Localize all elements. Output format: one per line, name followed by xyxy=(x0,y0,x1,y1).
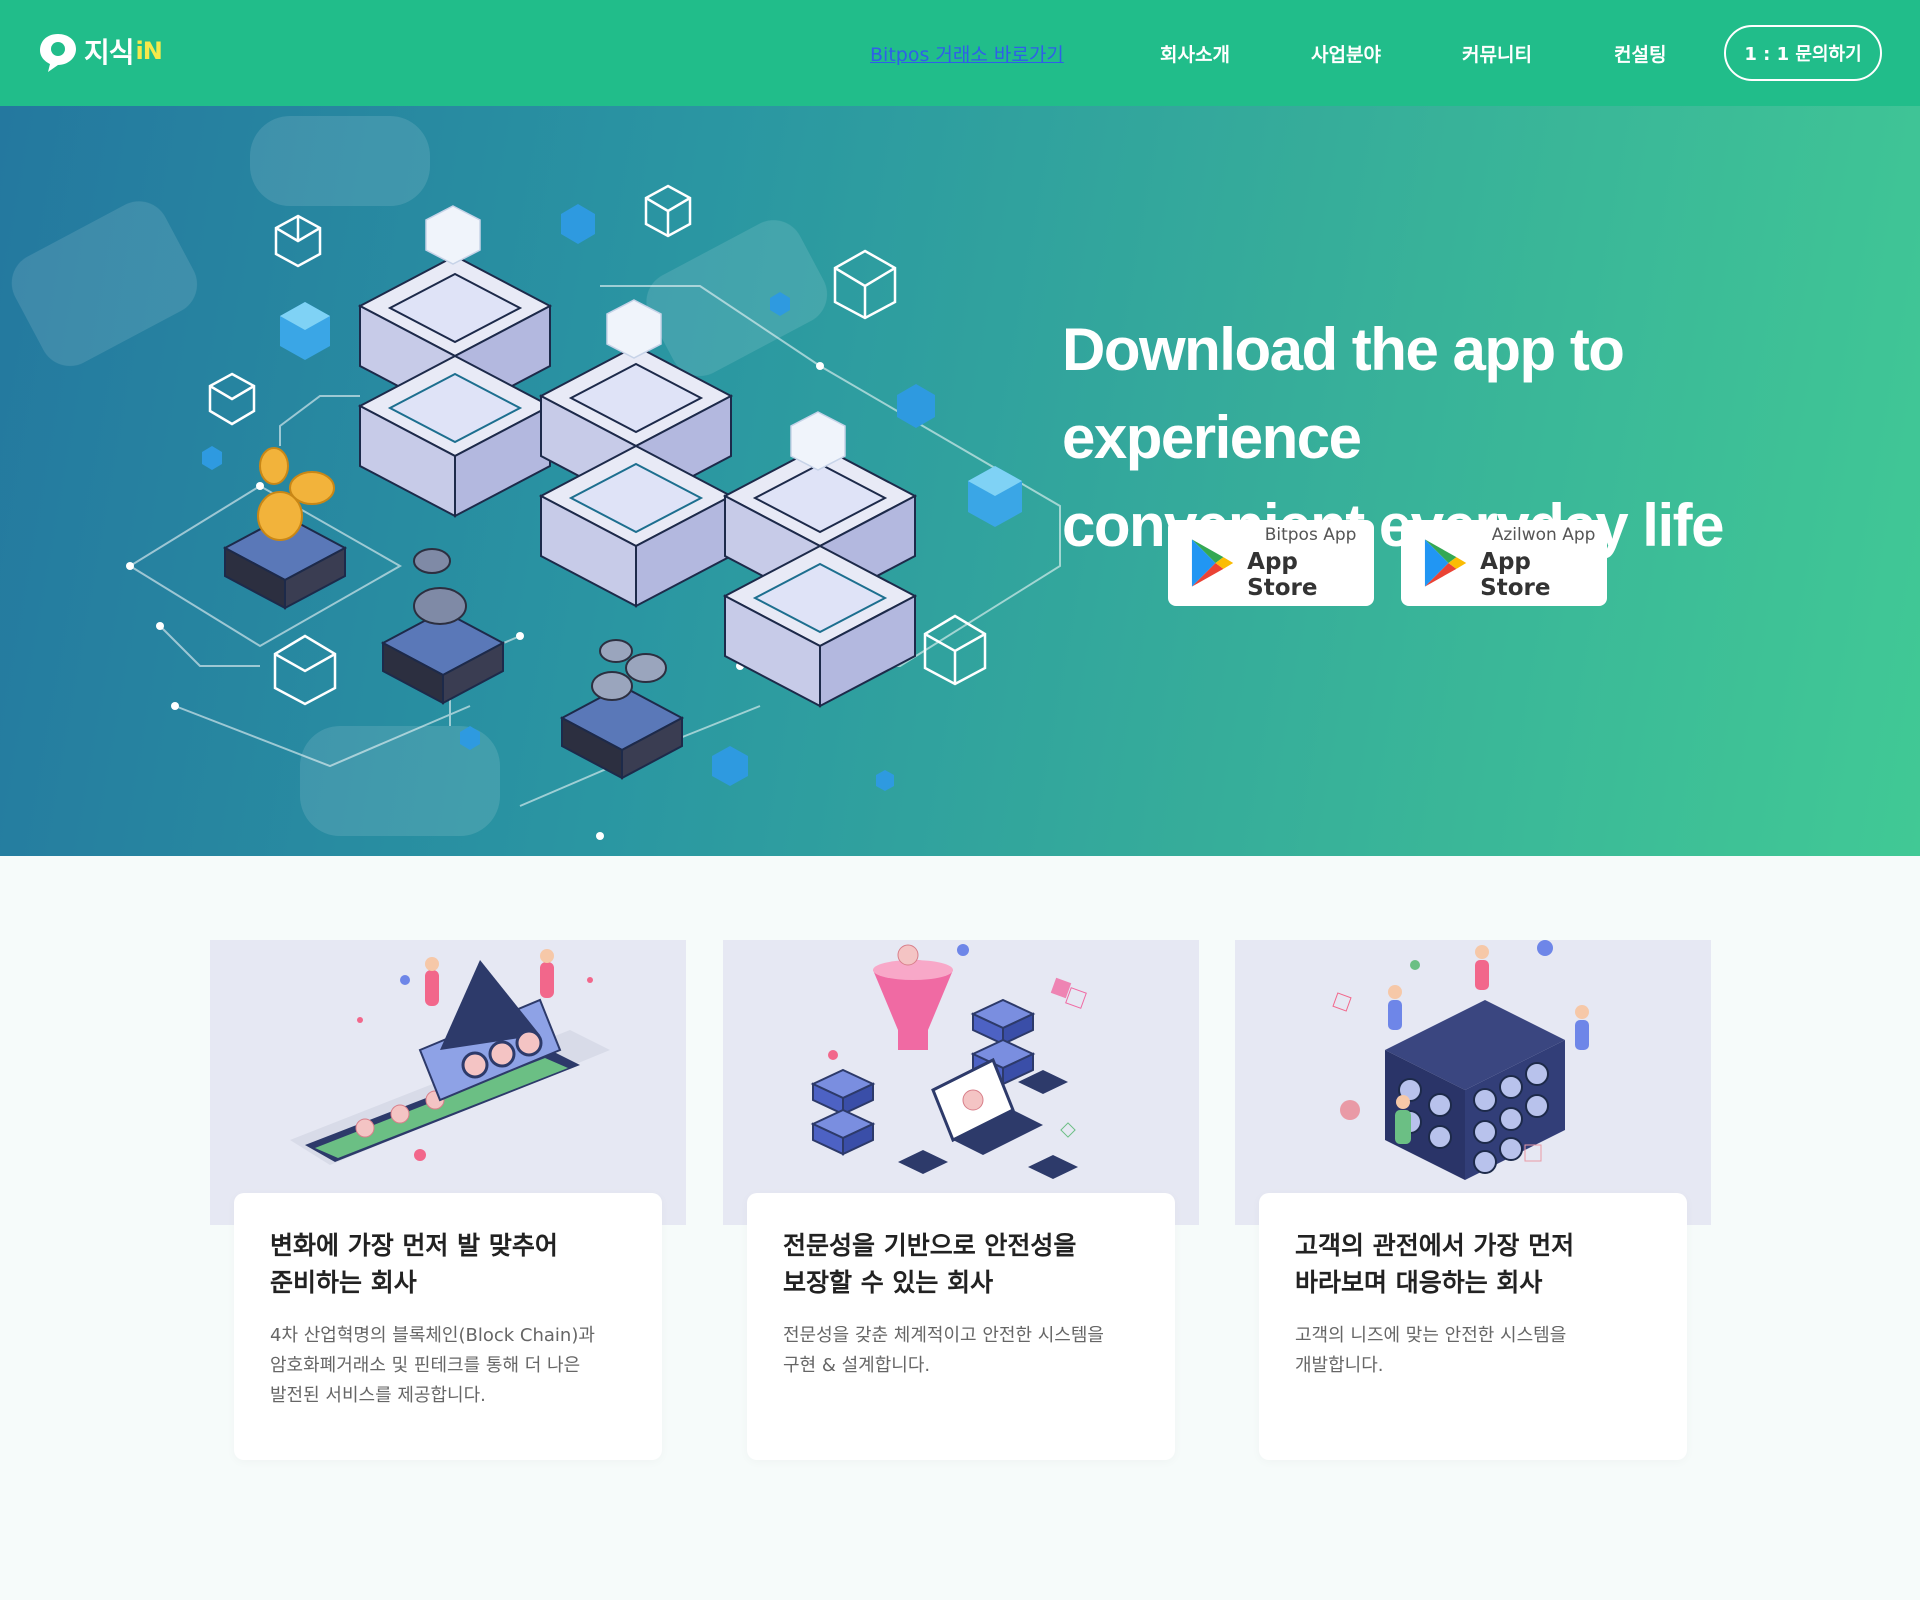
logo-text: 지식 xyxy=(84,36,135,69)
card-image-customer xyxy=(1235,940,1711,1225)
hero-banner: Download the app to experience convenien… xyxy=(0,106,1920,856)
hero-title-line1: Download the app to experience xyxy=(1062,316,1625,471)
card-title: 변화에 가장 먼저 발 맞추어 준비하는 회사 xyxy=(270,1231,558,1297)
azilwon-app-store-button[interactable]: Azilwon App App Store xyxy=(1401,520,1607,606)
nav-consulting[interactable]: 컨설팅 xyxy=(1614,40,1666,67)
inquiry-button[interactable]: 1 : 1 문의하기 xyxy=(1724,25,1882,81)
card-description: 전문성을 갖춘 체계적이고 안전한 시스템을 구현 & 설계합니다. xyxy=(783,1325,1104,1376)
card-image-mining xyxy=(210,940,686,1225)
card-content: 전문성을 기반으로 안전성을 보장할 수 있는 회사 전문성을 갖춘 체계적이고… xyxy=(747,1193,1175,1460)
card-image-security xyxy=(723,940,1199,1225)
card-description: 4차 산업혁명의 블록체인(Block Chain)과 암호화폐거래소 및 핀테… xyxy=(270,1325,595,1406)
card-content: 고객의 관전에서 가장 먼저 바라보며 대응하는 회사 고객의 니즈에 맞는 안… xyxy=(1259,1193,1687,1460)
customer-illustration xyxy=(1332,940,1589,1180)
mining-illustration xyxy=(290,949,610,1165)
store-button-app-name: Bitpos App xyxy=(1264,525,1357,545)
logo-icon xyxy=(40,34,76,72)
google-play-icon xyxy=(1424,539,1467,587)
google-play-icon xyxy=(1191,539,1234,587)
feature-card-1: 변화에 가장 먼저 발 맞추어 준비하는 회사 4차 산업혁명의 블록체인(Bl… xyxy=(210,940,686,1460)
site-logo[interactable]: 지식 iN xyxy=(36,26,163,76)
store-button-label: App Store xyxy=(1480,549,1551,601)
blockchain-illustration xyxy=(11,116,1061,840)
nav-about[interactable]: 회사소개 xyxy=(1160,40,1230,67)
feature-card-3: 고객의 관전에서 가장 먼저 바라보며 대응하는 회사 고객의 니즈에 맞는 안… xyxy=(1235,940,1711,1460)
card-description: 고객의 니즈에 맞는 안전한 시스템을 개발합니다. xyxy=(1295,1325,1567,1376)
top-header: 지식 iN Bitpos 거래소 바로가기 회사소개 사업분야 커뮤니티 컨설팅… xyxy=(0,0,1920,106)
feature-card-2: 전문성을 기반으로 안전성을 보장할 수 있는 회사 전문성을 갖춘 체계적이고… xyxy=(723,940,1199,1460)
security-illustration xyxy=(810,944,1087,1179)
store-button-app-name: Azilwon App xyxy=(1491,525,1596,545)
nav-business[interactable]: 사업분야 xyxy=(1311,40,1381,67)
nav-exchange-link[interactable]: Bitpos 거래소 바로가기 xyxy=(870,40,1064,67)
bitpos-app-store-button[interactable]: Bitpos App App Store xyxy=(1168,520,1374,606)
store-button-label: App Store xyxy=(1247,549,1318,601)
card-title: 고객의 관전에서 가장 먼저 바라보며 대응하는 회사 xyxy=(1295,1231,1575,1297)
card-content: 변화에 가장 먼저 발 맞추어 준비하는 회사 4차 산업혁명의 블록체인(Bl… xyxy=(234,1193,662,1460)
nav-community[interactable]: 커뮤니티 xyxy=(1462,40,1532,67)
card-title: 전문성을 기반으로 안전성을 보장할 수 있는 회사 xyxy=(783,1231,1077,1297)
logo-in-text: iN xyxy=(135,37,163,65)
